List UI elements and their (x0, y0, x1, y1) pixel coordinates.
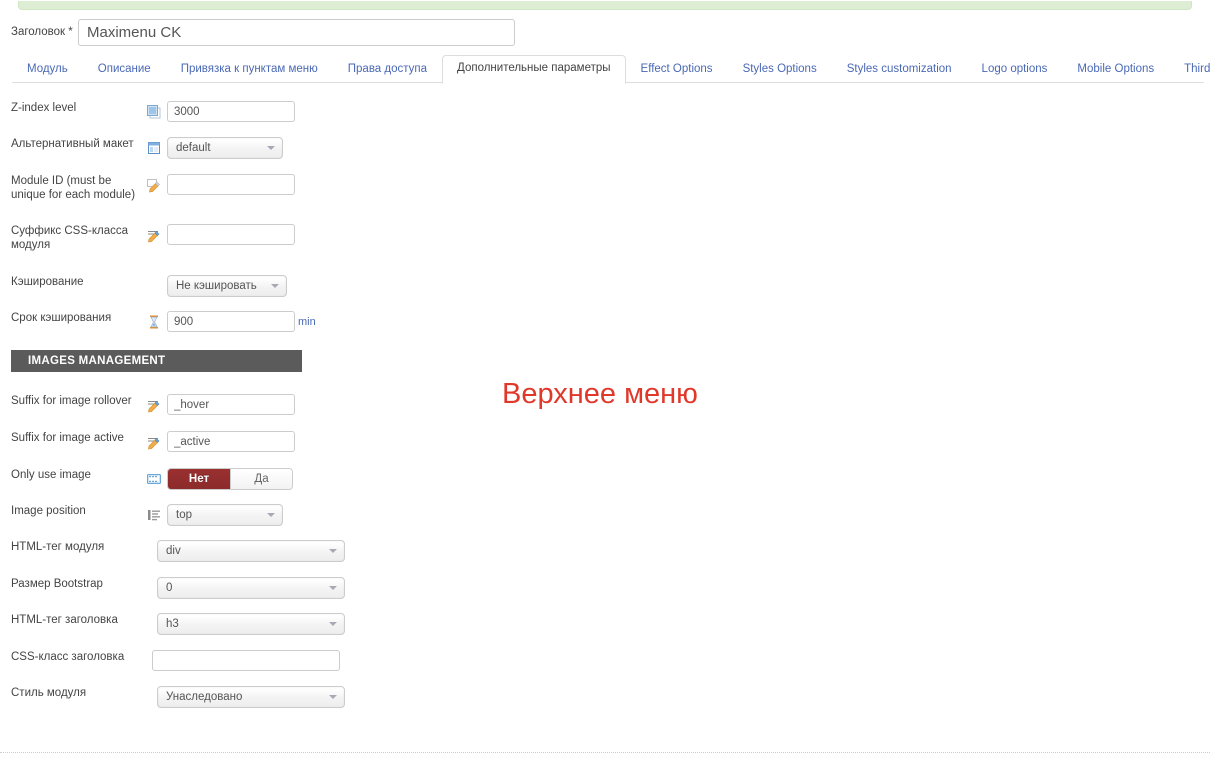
toggle-option-yes[interactable]: Да (230, 469, 292, 489)
select-module-style-value: Унаследовано (166, 691, 243, 703)
layout-window-icon (146, 140, 162, 156)
input-image-active-suffix[interactable] (167, 431, 295, 452)
toggle-only-use-image[interactable]: Нет Да (167, 468, 293, 490)
zindex-layers-icon (146, 104, 162, 120)
field-row-zindex-level: Z-index level (0, 101, 295, 122)
field-row-image-rollover-suffix: Suffix for image rollover (0, 394, 295, 415)
label-caching: Кэширование (11, 276, 84, 288)
select-module-html-tag-value: div (166, 545, 181, 557)
select-image-position-value: top (176, 509, 192, 521)
label-bootstrap-size: Размер Bootstrap (11, 578, 103, 590)
tab-styles-options[interactable]: Styles Options (728, 56, 832, 83)
select-header-html-tag[interactable]: h3 (157, 613, 345, 635)
section-header-images-management: IMAGES MANAGEMENT (11, 350, 302, 372)
label-image-rollover-suffix: Suffix for image rollover (11, 395, 132, 407)
tab-module[interactable]: Модуль (12, 56, 83, 83)
list-align-icon (146, 507, 162, 523)
label-image-active-suffix: Suffix for image active (11, 432, 124, 444)
select-module-style[interactable]: Унаследовано (157, 686, 345, 708)
module-preview-text: Верхнее меню (502, 378, 698, 410)
module-title-input[interactable] (78, 18, 515, 46)
tab-description[interactable]: Описание (83, 56, 166, 83)
field-row-alternative-layout: Альтернативный макет default (0, 137, 283, 159)
tab-effect-options[interactable]: Effect Options (626, 56, 728, 83)
field-row-module-style: Стиль модуля Унаследовано (0, 686, 345, 708)
label-image-position: Image position (11, 505, 86, 517)
tab-bar: Модуль Описание Привязка к пунктам меню … (0, 55, 1210, 84)
tab-permissions[interactable]: Права доступа (333, 56, 442, 83)
title-label: Заголовок * (11, 26, 73, 38)
pencil-write-icon (146, 227, 162, 243)
pencil-write-icon (146, 397, 162, 413)
tab-logo-options[interactable]: Logo options (967, 56, 1063, 83)
hourglass-icon (146, 314, 162, 330)
input-header-css-class[interactable] (152, 650, 340, 671)
select-module-html-tag[interactable]: div (157, 540, 345, 562)
input-image-rollover-suffix[interactable] (167, 394, 295, 415)
label-only-use-image: Only use image (11, 469, 91, 481)
pencil-write-icon (146, 434, 162, 450)
input-zindex-level[interactable] (167, 101, 295, 122)
tab-mobile-options[interactable]: Mobile Options (1062, 56, 1169, 83)
label-zindex-level: Z-index level (11, 102, 77, 114)
select-alternative-layout[interactable]: default (167, 137, 283, 159)
field-row-image-position: Image position top (0, 504, 283, 526)
chevron-down-icon (329, 622, 337, 626)
field-row-cache-time: Срок кэширования min (0, 311, 316, 332)
image-strip-icon (146, 471, 162, 487)
chevron-down-icon (329, 549, 337, 553)
tab-menu-assignment[interactable]: Привязка к пунктам меню (166, 56, 333, 83)
chevron-down-icon (329, 695, 337, 699)
chevron-down-icon (267, 513, 275, 517)
select-caching-value: Не кэшировать (176, 280, 257, 292)
title-row: Заголовок * (0, 18, 515, 46)
tab-third-party-extensions-options[interactable]: Third party extensions Options (1169, 56, 1210, 83)
cache-time-unit-label: min (298, 315, 316, 328)
success-alert-bar (18, 1, 1192, 10)
tab-advanced-parameters[interactable]: Дополнительные параметры (442, 55, 626, 84)
label-cache-time: Срок кэширования (11, 312, 112, 324)
field-row-module-id: Module ID (must be unique for each modul… (0, 174, 295, 202)
toggle-option-no[interactable]: Нет (168, 469, 230, 489)
chevron-down-icon (329, 586, 337, 590)
field-row-header-css-class: CSS-класс заголовка (0, 650, 340, 671)
field-row-image-active-suffix: Suffix for image active (0, 431, 295, 452)
chevron-down-icon (271, 284, 279, 288)
input-cache-time[interactable] (167, 311, 295, 332)
field-row-caching: Кэширование Не кэшировать (0, 275, 287, 297)
field-row-css-suffix: Суффикс CSS-класса модуля (0, 224, 295, 252)
label-css-suffix: Суффикс CSS-класса модуля (11, 225, 129, 251)
select-image-position[interactable]: top (167, 504, 283, 526)
label-module-html-tag: HTML-тег модуля (11, 541, 105, 553)
field-row-only-use-image: Only use image Нет Да (0, 468, 293, 490)
select-header-html-tag-value: h3 (166, 618, 179, 630)
label-module-style: Стиль модуля (11, 687, 87, 699)
field-row-module-html-tag: HTML-тег модуля div (0, 540, 345, 562)
field-row-bootstrap-size: Размер Bootstrap 0 (0, 577, 345, 599)
label-alternative-layout: Альтернативный макет (11, 138, 134, 150)
field-row-header-html-tag: HTML-тег заголовка h3 (0, 613, 345, 635)
select-alternative-layout-value: default (176, 142, 211, 154)
label-module-id: Module ID (must be unique for each modul… (11, 175, 136, 201)
select-bootstrap-size-value: 0 (166, 582, 173, 594)
select-bootstrap-size[interactable]: 0 (157, 577, 345, 599)
tab-styles-customization[interactable]: Styles customization (832, 56, 967, 83)
pencil-note-icon (146, 177, 162, 193)
input-css-suffix[interactable] (167, 224, 295, 245)
input-module-id[interactable] (167, 174, 295, 195)
label-header-css-class: CSS-класс заголовка (11, 651, 125, 663)
page-bottom-strip (0, 753, 1210, 761)
select-caching[interactable]: Не кэшировать (167, 275, 287, 297)
chevron-down-icon (267, 146, 275, 150)
label-header-html-tag: HTML-тег заголовка (11, 614, 118, 626)
